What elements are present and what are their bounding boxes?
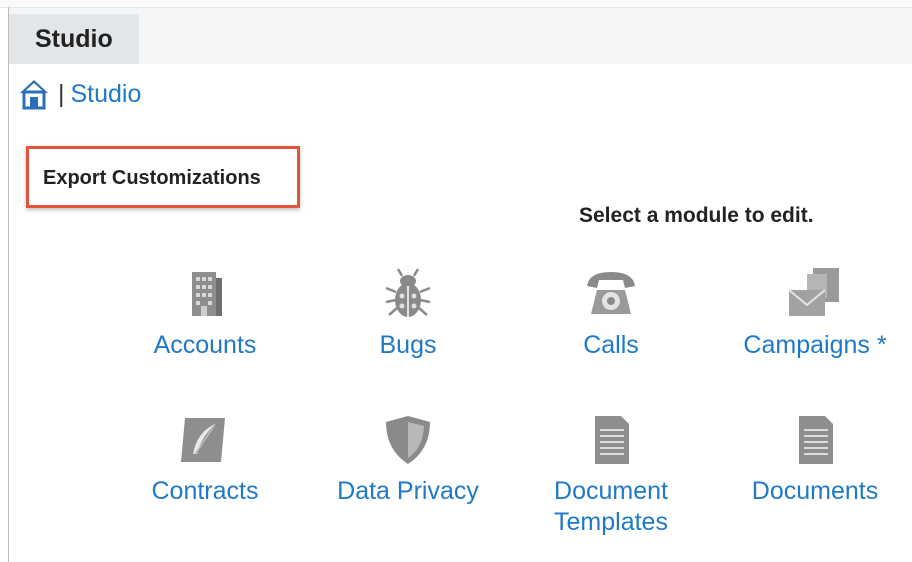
breadcrumb-separator: | (58, 79, 65, 108)
module-bugs[interactable]: Bugs (308, 264, 508, 361)
module-label[interactable]: Contracts (105, 476, 305, 507)
module-label[interactable]: Campaigns * (715, 330, 912, 361)
document-icon (595, 416, 629, 464)
module-data-privacy[interactable]: Data Privacy (308, 410, 508, 507)
module-label[interactable]: Calls (511, 330, 711, 361)
module-documents[interactable]: Documents (715, 410, 912, 507)
module-label[interactable]: Data Privacy (308, 476, 508, 507)
home-icon[interactable] (18, 78, 50, 110)
module-contracts[interactable]: Contracts (105, 410, 305, 507)
module-label[interactable]: Bugs (308, 330, 508, 361)
telephone-icon (587, 272, 635, 314)
module-document-templates[interactable]: Document Templates (511, 410, 711, 538)
module-campaigns[interactable]: Campaigns * (715, 264, 912, 361)
building-icon (192, 272, 222, 316)
breadcrumb-studio-link[interactable]: Studio (71, 80, 142, 109)
module-label[interactable]: Accounts (105, 330, 305, 361)
module-instruction: Select a module to edit. (579, 204, 814, 227)
document-icon (799, 416, 833, 464)
module-calls[interactable]: Calls (511, 264, 711, 361)
bug-icon (385, 268, 431, 317)
tab-bar (9, 8, 912, 64)
contract-quill-icon (181, 418, 225, 462)
top-border (0, 0, 912, 8)
module-accounts[interactable]: Accounts (105, 264, 305, 361)
breadcrumb: | Studio (18, 74, 141, 114)
tab-studio[interactable]: Studio (9, 14, 139, 64)
envelopes-icon (788, 268, 839, 316)
module-label[interactable]: Document Templates (511, 476, 711, 538)
shield-icon (386, 416, 430, 464)
left-border (8, 7, 9, 562)
module-label[interactable]: Documents (715, 476, 912, 507)
export-customizations-button[interactable]: Export Customizations (26, 146, 300, 208)
